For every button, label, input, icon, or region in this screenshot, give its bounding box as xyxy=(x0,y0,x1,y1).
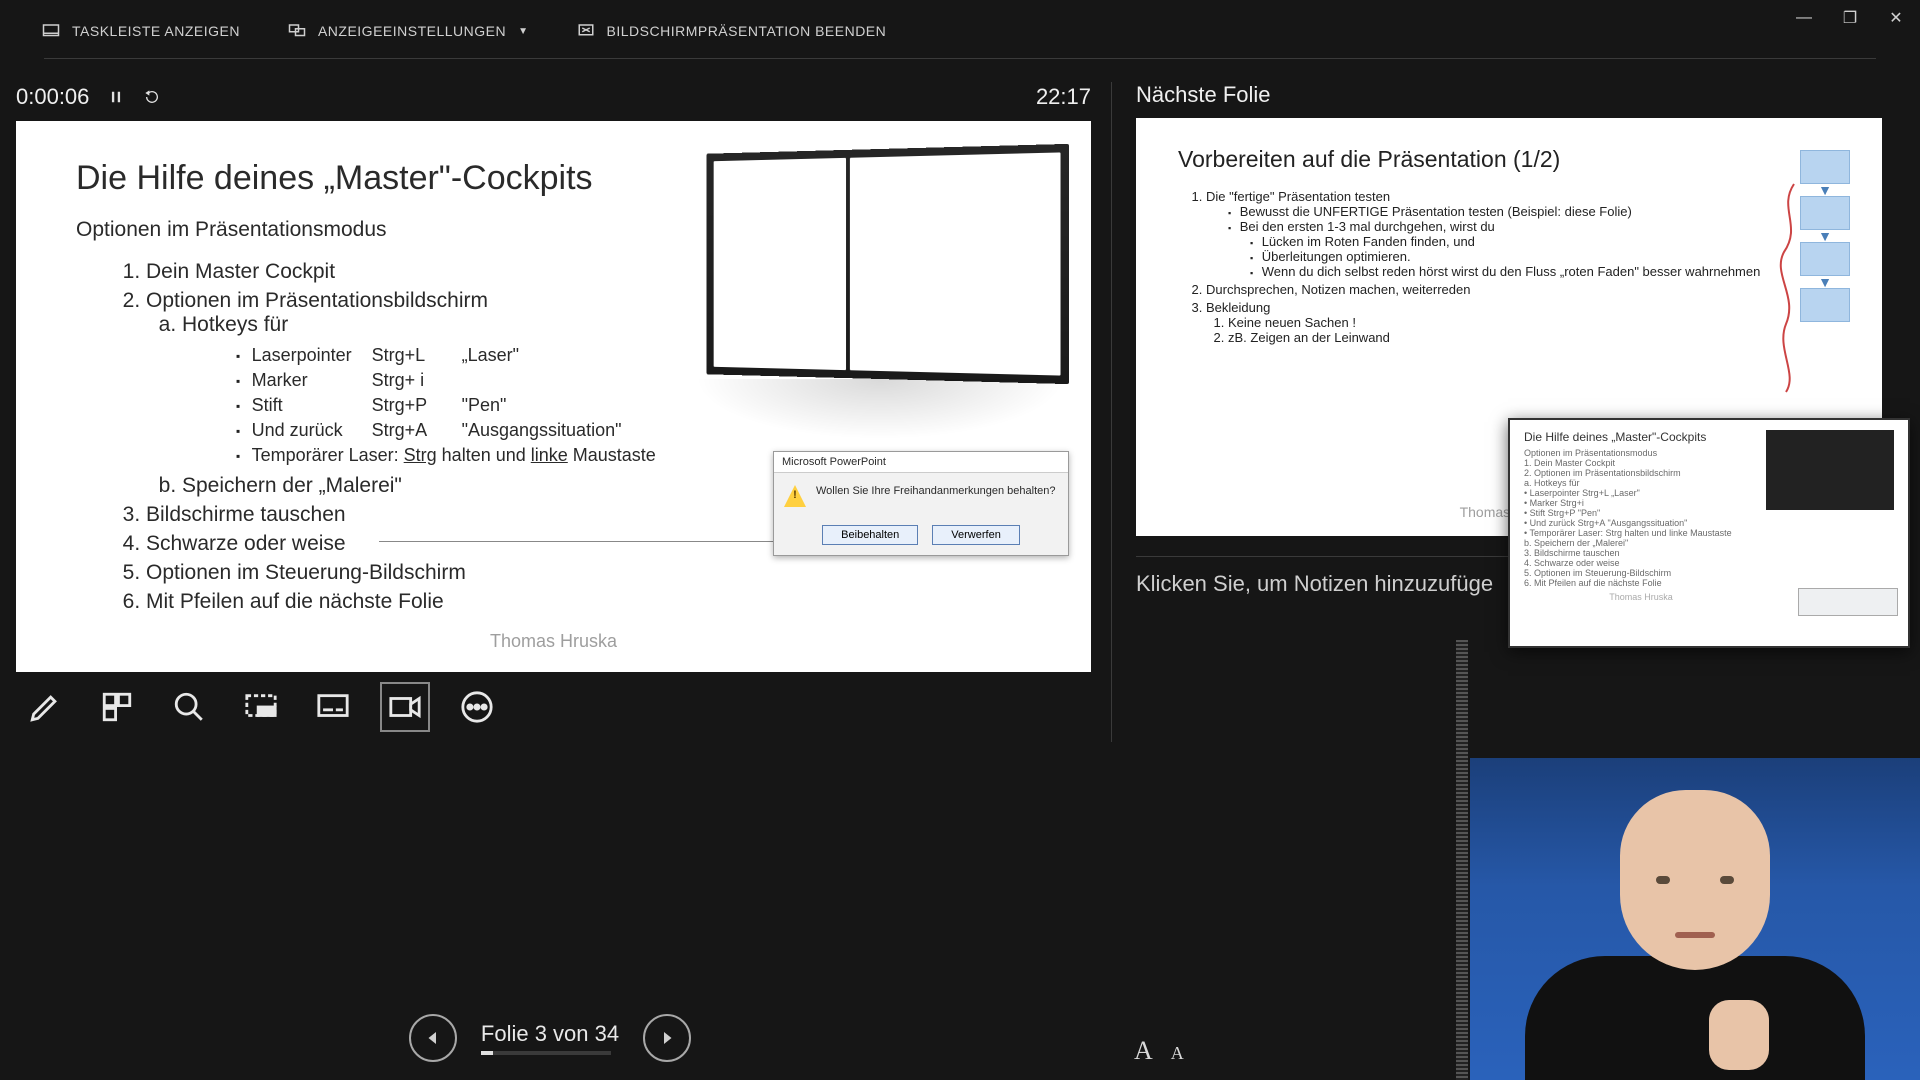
slide-author: Thomas Hruska xyxy=(16,631,1091,652)
pen-tool-button[interactable] xyxy=(22,684,68,730)
slide-counter: Folie 3 von 34 xyxy=(481,1021,619,1047)
display-settings-icon xyxy=(288,22,306,40)
next-slide-title: Vorbereiten auf die Präsentation (1/2) xyxy=(1178,146,1840,173)
show-taskbar-button[interactable]: TASKLEISTE ANZEIGEN xyxy=(42,22,240,40)
display-settings-button[interactable]: ANZEIGEEINSTELLUNGEN ▼ xyxy=(288,22,529,40)
down-arrow-icon: ▼ xyxy=(1818,186,1832,194)
restart-timer-button[interactable] xyxy=(143,88,161,106)
taskbar-icon xyxy=(42,22,60,40)
maximize-button[interactable]: ❐ xyxy=(1832,4,1868,32)
increase-font-button[interactable]: A xyxy=(1134,1036,1153,1066)
warning-icon xyxy=(784,485,806,507)
presenter-camera-feed[interactable] xyxy=(1470,758,1920,1080)
embedded-screenshot xyxy=(706,143,1069,383)
window-controls: — ❐ ✕ xyxy=(1786,4,1914,32)
inset-dialog-thumb xyxy=(1798,588,1898,616)
dialog-title: Microsoft PowerPoint xyxy=(774,452,1068,473)
inset-thumbnail xyxy=(1766,430,1894,510)
dialog-keep-button[interactable]: Beibehalten xyxy=(822,525,918,545)
red-thread-line xyxy=(1772,178,1802,396)
down-arrow-icon: ▼ xyxy=(1818,232,1832,240)
toolbar-divider xyxy=(44,58,1876,59)
timer-row: 0:00:06 22:17 xyxy=(16,82,1091,113)
previous-slide-button[interactable] xyxy=(409,1014,457,1062)
chevron-down-icon: ▼ xyxy=(518,26,528,37)
flow-diagram: ▼ ▼ ▼ xyxy=(1798,148,1852,324)
presenter-silhouette xyxy=(1515,780,1875,1080)
presenter-tools xyxy=(16,672,1091,742)
dialog-discard-button[interactable]: Verwerfen xyxy=(932,525,1020,545)
content-area: 0:00:06 22:17 Die Hilfe deines „Master"-… xyxy=(16,82,1904,742)
slide-navigation: Folie 3 von 34 xyxy=(0,1014,1100,1062)
elapsed-time: 0:00:06 xyxy=(16,84,89,110)
clock-time: 22:17 xyxy=(1036,84,1091,110)
right-column: Nächste Folie Vorbereiten auf die Präsen… xyxy=(1111,82,1904,742)
subtitles-button[interactable] xyxy=(310,684,356,730)
connector-line xyxy=(379,541,814,542)
more-options-button[interactable] xyxy=(454,684,500,730)
top-toolbar: TASKLEISTE ANZEIGEN ANZEIGEEINSTELLUNGEN… xyxy=(0,6,1920,56)
pause-button[interactable] xyxy=(107,88,125,106)
slide-progress xyxy=(481,1051,611,1055)
minimize-button[interactable]: — xyxy=(1786,4,1822,32)
list-item: Optionen im Steuerung-Bildschirm xyxy=(146,561,1031,585)
embedded-screenshot-shadow xyxy=(695,379,1065,439)
close-button[interactable]: ✕ xyxy=(1878,4,1914,32)
current-slide-preview[interactable]: Die Hilfe deines „Master"-Cockpits Optio… xyxy=(16,121,1091,673)
decrease-font-button[interactable]: A xyxy=(1171,1043,1184,1064)
notes-font-controls: A A xyxy=(1134,1036,1184,1066)
see-all-slides-button[interactable] xyxy=(94,684,140,730)
end-slideshow-label: BILDSCHIRMPRÄSENTATION BEENDEN xyxy=(607,23,887,39)
list-item: Mit Pfeilen auf die nächste Folie xyxy=(146,590,1031,614)
camera-button[interactable] xyxy=(382,684,428,730)
dialog-message: Wollen Sie Ihre Freihandanmerkungen beha… xyxy=(816,485,1056,497)
next-slide-button[interactable] xyxy=(643,1014,691,1062)
end-slideshow-button[interactable]: BILDSCHIRMPRÄSENTATION BEENDEN xyxy=(577,22,887,40)
left-column: 0:00:06 22:17 Die Hilfe deines „Master"-… xyxy=(16,82,1091,742)
show-taskbar-label: TASKLEISTE ANZEIGEN xyxy=(72,23,240,39)
end-slideshow-icon xyxy=(577,22,595,40)
projector-photo-inset: Die Hilfe deines „Master"-Cockpits Optio… xyxy=(1508,418,1910,648)
inset-frame-edge xyxy=(1456,640,1468,1080)
zoom-tool-button[interactable] xyxy=(166,684,212,730)
next-slide-label: Nächste Folie xyxy=(1136,82,1904,108)
black-screen-button[interactable] xyxy=(238,684,284,730)
display-settings-label: ANZEIGEEINSTELLUNGEN xyxy=(318,23,506,39)
down-arrow-icon: ▼ xyxy=(1818,278,1832,286)
ink-annotations-dialog: Microsoft PowerPoint Wollen Sie Ihre Fre… xyxy=(773,451,1069,556)
